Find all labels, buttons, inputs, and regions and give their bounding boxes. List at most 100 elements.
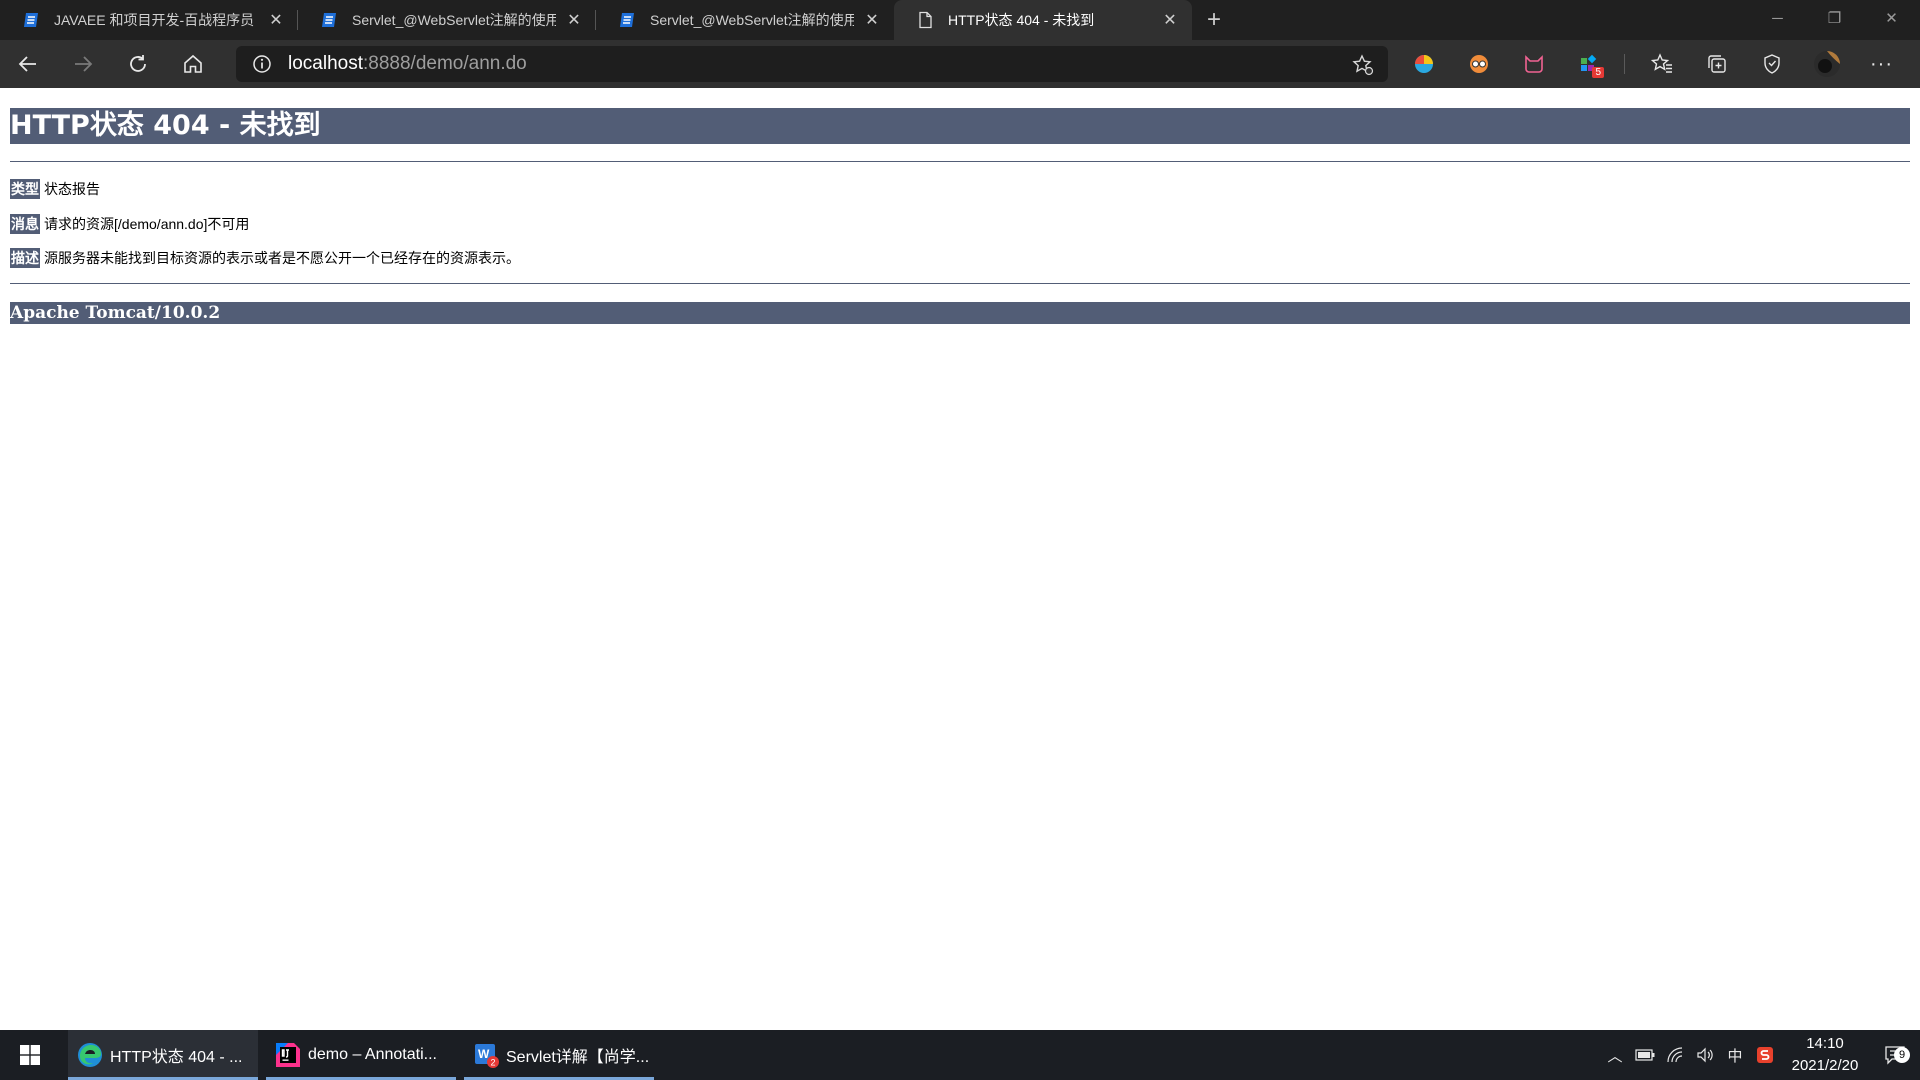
forward-arrow-icon (74, 56, 92, 72)
extension-apps[interactable]: 5 (1561, 40, 1616, 88)
taskbar-item-edge[interactable]: HTTP状态 404 - ... (68, 1030, 258, 1080)
divider (10, 283, 1910, 284)
description-value: 源服务器未能找到目标资源的表示或者是不愿公开一个已经存在的资源表示。 (44, 250, 520, 266)
divider (10, 161, 1910, 162)
taskbar-item-label: Servlet详解【尚学... (506, 1049, 650, 1066)
more-icon: ··· (1870, 52, 1893, 75)
close-icon[interactable]: ✕ (1160, 10, 1180, 30)
restore-icon: ❐ (1827, 10, 1842, 27)
extension-cat[interactable] (1506, 40, 1561, 88)
settings-more-button[interactable]: ··· (1854, 40, 1909, 88)
address-bar[interactable]: localhost:8888/demo/ann.do (236, 46, 1388, 82)
url-path: :8888/demo/ann.do (363, 53, 527, 74)
minimize-button[interactable]: ─ (1749, 0, 1806, 36)
battery-button[interactable] (1630, 1049, 1660, 1061)
browser-toolbar: localhost:8888/demo/ann.do 5 ··· (0, 40, 1920, 88)
tab-javaee[interactable]: JAVAEE 和项目开发-百战程序员 ✕ (0, 0, 298, 40)
edge-icon (78, 1043, 102, 1067)
favorites-icon (1650, 53, 1672, 73)
chevron-up-icon: ︿ (1607, 1047, 1623, 1065)
close-icon[interactable]: ✕ (862, 10, 882, 30)
refresh-icon (129, 55, 146, 72)
type-value: 状态报告 (44, 181, 100, 197)
extension-colorful[interactable] (1396, 40, 1451, 88)
plus-icon: + (1206, 6, 1221, 33)
system-tray: ︿ 中 14:10 2021/2/20 9 (1600, 1030, 1920, 1080)
wifi-icon (1667, 1047, 1683, 1063)
restore-button[interactable]: ❐ (1806, 0, 1863, 36)
tab-title: Servlet_@WebServlet注解的使用 (352, 12, 556, 28)
blog-icon (620, 13, 634, 27)
profile-button[interactable] (1799, 40, 1854, 88)
star-add-icon (1352, 54, 1374, 76)
close-icon[interactable]: ✕ (564, 10, 584, 30)
network-button[interactable] (1660, 1047, 1690, 1063)
add-favorite-button[interactable] (1352, 54, 1374, 81)
volume-button[interactable] (1690, 1047, 1720, 1063)
tab-title: HTTP状态 404 - 未找到 (948, 12, 1095, 28)
taskbar-item-label: HTTP状态 404 - ... (110, 1049, 243, 1066)
tab-servlet-2[interactable]: Servlet_@WebServlet注解的使用 ✕ (596, 0, 894, 40)
url-host: localhost (288, 53, 363, 74)
action-center-button[interactable]: 9 (1870, 1045, 1920, 1065)
new-tab-button[interactable]: + (1192, 0, 1236, 40)
browser-essentials-button[interactable] (1744, 40, 1799, 88)
close-window-button[interactable]: ✕ (1863, 0, 1920, 36)
sogou-ime-button[interactable] (1750, 1046, 1780, 1064)
taskbar-item-intellij[interactable]: demo – Annotati... (266, 1030, 456, 1080)
extension-area: 5 (1396, 40, 1616, 88)
tab-servlet-1[interactable]: Servlet_@WebServlet注解的使用 ✕ (298, 0, 596, 40)
intellij-icon (276, 1043, 300, 1067)
tab-404[interactable]: HTTP状态 404 - 未找到 ✕ (894, 0, 1192, 40)
extension-badge: 5 (1592, 67, 1604, 78)
type-row: 类型 状态报告 (10, 179, 100, 199)
input-method-button[interactable]: 中 (1720, 1045, 1750, 1066)
page-content: HTTP状态 404 - 未找到 类型 状态报告 消息 请求的资源[/demo/… (0, 88, 1920, 1030)
collections-button[interactable] (1689, 40, 1744, 88)
forward-button[interactable] (55, 40, 110, 88)
page-icon (919, 11, 932, 29)
favorites-button[interactable] (1634, 40, 1689, 88)
server-footer: Apache Tomcat/10.0.2 (10, 302, 1910, 324)
tab-title: JAVAEE 和项目开发-百战程序员 (54, 12, 255, 28)
battery-icon (1635, 1049, 1655, 1061)
refresh-button[interactable] (110, 40, 165, 88)
taskbar-item-word[interactable]: W2 Servlet详解【尚学... (464, 1030, 654, 1080)
blog-icon (322, 13, 336, 27)
speaker-icon (1697, 1047, 1713, 1063)
svg-text:2: 2 (491, 1058, 496, 1068)
clock-time: 14:10 (1806, 1035, 1844, 1052)
back-button[interactable] (0, 40, 55, 88)
toolbar-separator (1624, 54, 1625, 74)
clock[interactable]: 14:10 2021/2/20 (1780, 1033, 1870, 1077)
notification-count: 9 (1894, 1047, 1910, 1063)
taskbar: HTTP状态 404 - ... demo – Annotati... W2 S… (0, 1030, 1920, 1080)
tab-bar: JAVAEE 和项目开发-百战程序员 ✕ Servlet_@WebServlet… (0, 0, 1920, 40)
browser-actions: ··· (1634, 40, 1909, 88)
blog-icon (24, 13, 38, 27)
message-label: 消息 (10, 214, 40, 234)
home-button[interactable] (165, 40, 220, 88)
close-icon: ✕ (1885, 10, 1898, 27)
message-value: 请求的资源[/demo/ann.do]不可用 (44, 216, 250, 232)
cat-extension-icon (1524, 55, 1543, 73)
description-row: 描述 源服务器未能找到目标资源的表示或者是不愿公开一个已经存在的资源表示。 (10, 248, 520, 268)
close-icon[interactable]: ✕ (266, 10, 286, 30)
url-text[interactable]: localhost:8888/demo/ann.do (288, 53, 527, 75)
show-hidden-icons-button[interactable]: ︿ (1600, 1045, 1630, 1066)
clock-date: 2021/2/20 (1791, 1057, 1859, 1074)
word-icon: W2 (475, 1044, 499, 1068)
tab-title: Servlet_@WebServlet注解的使用 (650, 12, 854, 28)
page-title: HTTP状态 404 - 未找到 (10, 108, 1910, 144)
shield-heart-icon (1763, 54, 1780, 74)
back-arrow-icon (18, 56, 36, 72)
extension-glasses[interactable] (1451, 40, 1506, 88)
description-label: 描述 (10, 248, 40, 268)
minimize-icon: ─ (1772, 9, 1783, 27)
taskbar-item-label: demo – Annotati... (308, 1046, 437, 1063)
windows-icon (20, 1045, 40, 1065)
collections-icon (1707, 55, 1726, 73)
start-button[interactable] (0, 1030, 60, 1080)
site-info-button[interactable] (236, 54, 288, 74)
type-label: 类型 (10, 179, 40, 199)
